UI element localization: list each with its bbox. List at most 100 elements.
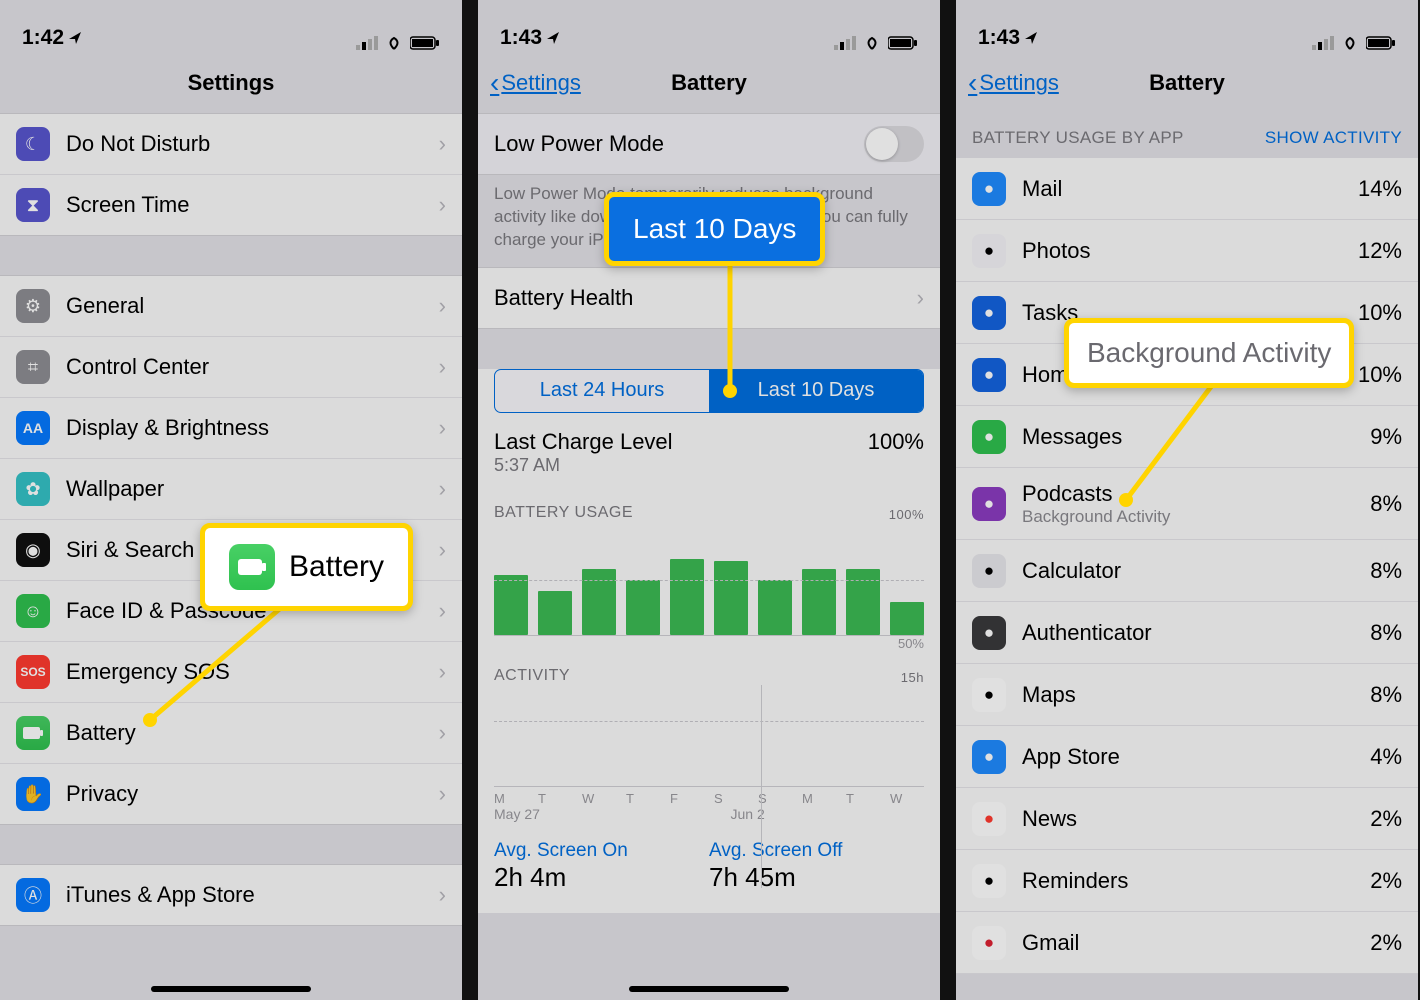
row-low-power: Low Power Mode [478,113,940,175]
app-pct: 10% [1358,300,1402,326]
chevron-right-icon: › [439,720,446,746]
row-wallpaper[interactable]: ✿ Wallpaper› [0,458,462,520]
charge-pct: 100% [868,429,924,455]
battery-icon [1366,36,1396,50]
app-pct: 9% [1370,424,1402,450]
app-row[interactable]: ●Calculator8% [956,540,1418,602]
battery-usage-chart[interactable] [494,526,924,636]
status-right [356,36,440,50]
app-icon: ● [972,420,1006,454]
back-label: Settings [979,70,1059,96]
screen-battery-apps: 1:43 ‹Settings Battery BATTERY USAGE BY … [956,0,1418,1000]
app-usage-list: ●Mail14%●Photos12%●Tasks10%●Home & Lock … [956,158,1418,974]
app-pct: 10% [1358,362,1402,388]
page-title: Settings [0,70,462,96]
back-button[interactable]: ‹Settings [478,67,581,99]
chevron-right-icon: › [439,415,446,441]
axis-date: May 27 [494,806,731,822]
axis-label: 100% [889,507,924,522]
avg-off-label: Avg. Screen Off [709,840,924,862]
app-row[interactable]: ●Messages9% [956,406,1418,468]
row-label: General [66,293,439,319]
row-label: Display & Brightness [66,415,439,441]
location-icon [1024,31,1038,45]
app-row[interactable]: ●App Store4% [956,726,1418,788]
hand-icon: ✋ [16,777,50,811]
app-row[interactable]: ●Maps8% [956,664,1418,726]
app-icon: ● [972,554,1006,588]
show-activity-button[interactable]: SHOW ACTIVITY [1265,128,1402,148]
row-privacy[interactable]: ✋Privacy› [0,763,462,825]
callout-last-10-days: Last 10 Days [604,192,825,266]
home-indicator[interactable] [629,986,789,992]
time-range-segment: Last 24 Hours Last 10 Days [494,369,924,413]
status-time: 1:43 [500,26,542,50]
row-label: Wallpaper [66,476,439,502]
app-pct: 14% [1358,176,1402,202]
callout-background-activity: Background Activity [1064,318,1354,388]
row-display[interactable]: AA Display & Brightness› [0,397,462,459]
segment-10d[interactable]: Last 10 Days [709,370,923,412]
app-row[interactable]: ●Reminders2% [956,850,1418,912]
app-row[interactable]: ●Mail14% [956,158,1418,220]
location-icon [546,31,560,45]
row-label: Battery Health [494,285,917,311]
usage-header: BATTERY USAGE [494,504,633,522]
row-battery[interactable]: Battery› [0,702,462,764]
app-pct: 8% [1370,620,1402,646]
wifi-icon [1340,36,1360,50]
row-label: Control Center [66,354,439,380]
last-charge: Last Charge Level5:37 AM 100% [478,423,940,480]
app-row[interactable]: ●News2% [956,788,1418,850]
axis-label: 15h [901,670,924,685]
chevron-right-icon: › [439,192,446,218]
app-pct: 12% [1358,238,1402,264]
segment-24h[interactable]: Last 24 Hours [495,370,709,412]
app-row[interactable]: ●Authenticator8% [956,602,1418,664]
location-icon [68,31,82,45]
section-header: BATTERY USAGE BY APP SHOW ACTIVITY [956,114,1418,158]
moon-icon: ☾ [16,127,50,161]
app-subtitle: Background Activity [1022,507,1370,527]
status-time: 1:42 [22,26,64,50]
gear-icon: ⚙ [16,289,50,323]
callout-text: Battery [289,550,384,584]
row-battery-health[interactable]: Battery Health › [478,267,940,329]
chevron-right-icon: › [439,476,446,502]
app-row[interactable]: ●Gmail2% [956,912,1418,974]
battery-icon [410,36,440,50]
app-row[interactable]: ●Photos12% [956,220,1418,282]
wallpaper-icon: ✿ [16,472,50,506]
row-do-not-disturb[interactable]: ☾ Do Not Disturb › [0,113,462,175]
home-indicator[interactable] [151,986,311,992]
app-pct: 2% [1370,806,1402,832]
row-sos[interactable]: SOSEmergency SOS› [0,641,462,703]
activity-chart[interactable] [494,689,924,787]
chevron-right-icon: › [439,354,446,380]
appstore-icon: Ⓐ [16,878,50,912]
app-name: News [1022,806,1370,832]
app-icon: ● [972,234,1006,268]
battery-icon [229,544,275,590]
signal-icon [1312,36,1334,50]
avg-off-value: 7h 45m [709,862,924,893]
row-general[interactable]: ⚙General› [0,275,462,337]
nav-bar: ‹Settings Battery [478,52,940,114]
low-power-toggle[interactable] [864,126,924,162]
app-name: Gmail [1022,930,1370,956]
app-icon: ● [972,296,1006,330]
app-row[interactable]: ●PodcastsBackground Activity8% [956,468,1418,540]
chevron-right-icon: › [439,131,446,157]
hourglass-icon: ⧗ [16,188,50,222]
display-icon: AA [16,411,50,445]
row-screen-time[interactable]: ⧗ Screen Time › [0,174,462,236]
app-icon: ● [972,487,1006,521]
back-button[interactable]: ‹Settings [956,67,1059,99]
averages: Avg. Screen On2h 4m Avg. Screen Off7h 45… [478,822,940,893]
app-icon: ● [972,740,1006,774]
row-control-center[interactable]: ⌗Control Center› [0,336,462,398]
avg-on-value: 2h 4m [494,862,709,893]
app-name: Podcasts [1022,481,1370,507]
row-itunes[interactable]: ⒶiTunes & App Store› [0,864,462,926]
app-name: Authenticator [1022,620,1370,646]
